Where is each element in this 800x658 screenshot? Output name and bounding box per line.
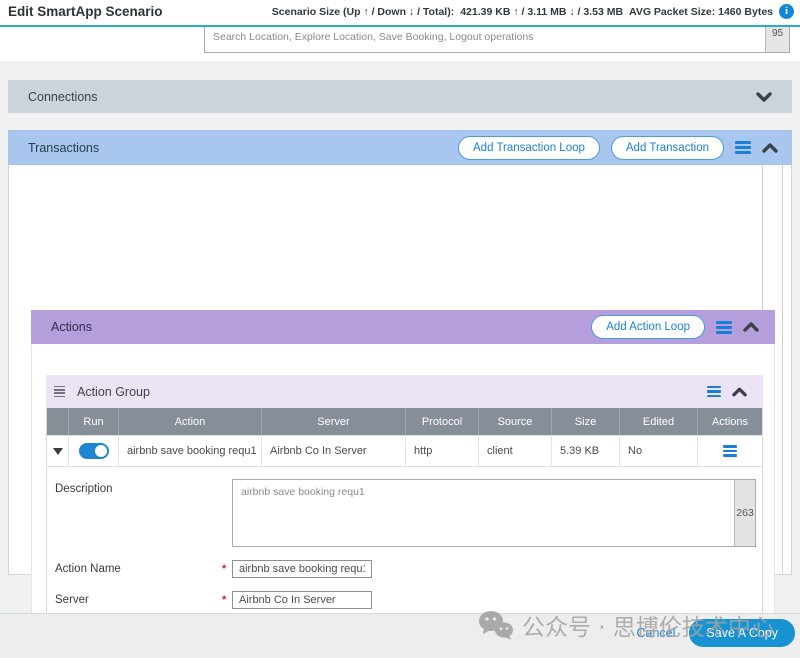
scenario-char-counter: 95 xyxy=(765,27,789,52)
col-actions: Actions xyxy=(698,408,762,435)
col-server: Server xyxy=(262,408,406,435)
scenario-description-input[interactable]: Search Location, Explore Location, Save … xyxy=(205,27,765,51)
col-protocol: Protocol xyxy=(406,408,479,435)
info-icon[interactable]: i xyxy=(779,4,794,19)
row-actions-cell xyxy=(698,436,762,466)
expand-collapse-cell[interactable] xyxy=(47,436,69,466)
action-name-label: Action Name xyxy=(55,563,222,575)
required-marker: * xyxy=(222,563,232,575)
avg-packet-size: AVG Packet Size: 1460 Bytes xyxy=(629,6,773,18)
action-group-title: Action Group xyxy=(77,385,707,399)
action-name-input[interactable] xyxy=(232,560,372,578)
page-title: Edit SmartApp Scenario xyxy=(8,4,163,19)
actions-section: Actions Add Action Loop Action Group xyxy=(31,310,775,658)
cancel-button[interactable]: Cancel xyxy=(637,626,676,640)
actions-section-header[interactable]: Actions Add Action Loop xyxy=(31,310,775,344)
connections-section-header[interactable]: Connections xyxy=(8,80,792,113)
scenario-description-box: Search Location, Explore Location, Save … xyxy=(204,27,790,53)
col-action: Action xyxy=(119,408,262,435)
transactions-section-header[interactable]: Transactions Add Transaction Loop Add Tr… xyxy=(8,130,792,165)
drag-handle-icon[interactable] xyxy=(54,386,65,398)
size-cell: 5.39 KB xyxy=(552,436,620,466)
edited-cell: No xyxy=(620,436,698,466)
run-cell xyxy=(69,436,119,466)
server-input[interactable] xyxy=(232,591,372,609)
transactions-menu-icon[interactable] xyxy=(735,141,751,154)
actions-menu-icon[interactable] xyxy=(716,321,732,334)
scenario-band: Search Location, Explore Location, Save … xyxy=(0,27,800,61)
add-action-loop-button[interactable]: Add Action Loop xyxy=(591,315,705,339)
description-label: Description xyxy=(55,479,222,495)
col-edited: Edited xyxy=(620,408,698,435)
action-group-menu-icon[interactable] xyxy=(707,386,721,398)
col-size: Size xyxy=(552,408,620,435)
source-cell: client xyxy=(479,436,552,466)
required-marker: * xyxy=(222,594,232,606)
chevron-up-icon[interactable] xyxy=(743,322,759,332)
run-toggle[interactable] xyxy=(79,443,109,459)
col-expand xyxy=(47,408,69,435)
transactions-section: Transactions Add Transaction Loop Add Tr… xyxy=(8,130,792,575)
action-cell: airbnb save booking requ1 xyxy=(119,436,262,466)
scenario-size-value: 421.39 KB ↑ / 3.11 MB ↓ / 3.53 MB xyxy=(460,6,623,18)
server-label: Server xyxy=(55,594,222,606)
save-a-copy-button[interactable]: Save A Copy xyxy=(689,619,795,647)
col-source: Source xyxy=(479,408,552,435)
protocol-cell: http xyxy=(406,436,479,466)
transactions-title: Transactions xyxy=(28,141,458,155)
table-row: airbnb save booking requ1 Airbnb Co In S… xyxy=(47,435,762,466)
action-group-header[interactable]: Action Group xyxy=(46,375,763,408)
description-box: airbnb save booking requ1 263 xyxy=(232,479,756,547)
connections-title: Connections xyxy=(28,90,98,104)
scenario-size-label: Scenario Size (Up ↑ / Down ↓ / Total): xyxy=(272,6,454,18)
description-input[interactable]: airbnb save booking requ1 xyxy=(233,480,729,544)
chevron-up-icon[interactable] xyxy=(732,387,747,397)
server-cell: Airbnb Co In Server xyxy=(262,436,406,466)
table-header-row: Run Action Server Protocol Source Size E… xyxy=(47,408,762,435)
chevron-up-icon[interactable] xyxy=(762,143,778,153)
scenario-stats: Scenario Size (Up ↑ / Down ↓ / Total): 4… xyxy=(272,4,794,19)
description-char-counter: 263 xyxy=(734,480,755,546)
app-header: Edit SmartApp Scenario Scenario Size (Up… xyxy=(0,0,800,27)
footer-bar: Cancel Save A Copy xyxy=(0,613,800,658)
chevron-down-icon[interactable] xyxy=(756,92,772,102)
add-transaction-loop-button[interactable]: Add Transaction Loop xyxy=(458,136,600,160)
add-transaction-button[interactable]: Add Transaction xyxy=(611,136,724,160)
row-menu-icon[interactable] xyxy=(723,445,737,457)
col-run: Run xyxy=(69,408,119,435)
actions-title: Actions xyxy=(51,320,591,334)
collapse-triangle-icon[interactable] xyxy=(53,448,63,455)
